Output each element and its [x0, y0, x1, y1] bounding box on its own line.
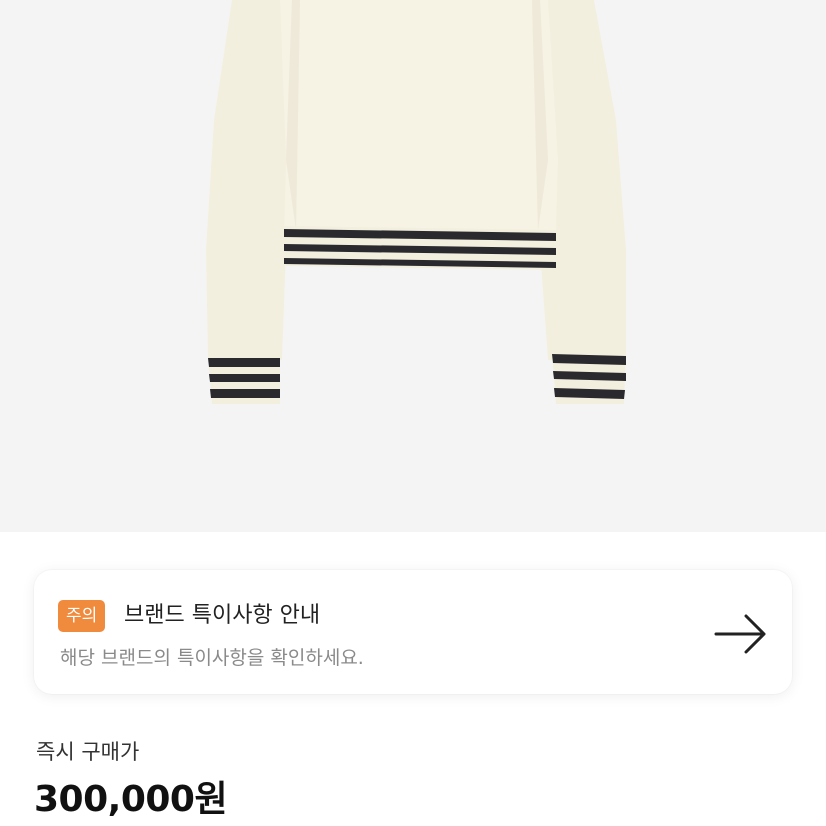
product-image[interactable]	[0, 0, 826, 532]
brand-notice-card[interactable]: 주의 브랜드 특이사항 안내 해당 브랜드의 특이사항을 확인하세요.	[34, 570, 792, 694]
arrow-right-icon[interactable]	[714, 612, 768, 656]
sweater-illustration	[0, 0, 826, 532]
product-page: 주의 브랜드 특이사항 안내 해당 브랜드의 특이사항을 확인하세요. 즉시 구…	[0, 0, 826, 826]
instant-buy-price-label: 즉시 구매가	[36, 740, 140, 764]
instant-buy-price-value: 300,000원	[34, 779, 228, 820]
notice-title: 브랜드 특이사항 안내	[124, 603, 321, 628]
notice-description: 해당 브랜드의 특이사항을 확인하세요.	[60, 647, 364, 669]
caution-badge: 주의	[58, 600, 106, 632]
